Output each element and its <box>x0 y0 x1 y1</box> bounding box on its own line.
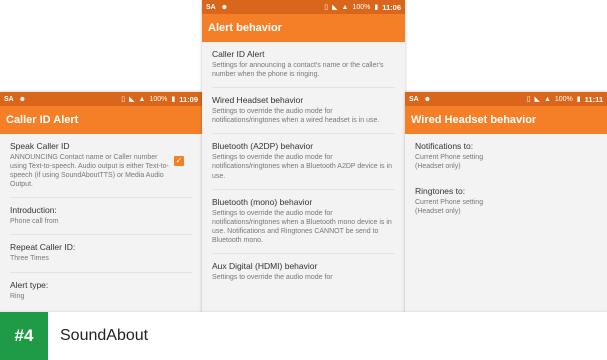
item-title: Ringtones to: <box>415 186 466 197</box>
item-title: Introduction: <box>10 205 57 216</box>
wifi-icon: ◣ <box>129 95 135 103</box>
checkbox[interactable]: ✓ <box>174 156 184 166</box>
item-title: Caller ID Alert <box>212 49 265 59</box>
page-title: Wired Headset behavior <box>411 114 537 126</box>
app-bar: Wired Headset behavior <box>405 106 607 134</box>
list-item[interactable]: Caller ID Alert Settings for announcing … <box>212 42 395 89</box>
person-icon: ☻ <box>423 95 432 103</box>
app-footer: #4 SoundAbout <box>0 312 607 360</box>
item-subtitle: Current Phone setting (Headset only) <box>415 199 484 216</box>
battery-icon: ▮ <box>576 95 581 103</box>
list-item[interactable]: Ringtones to: Current Phone setting (Hea… <box>415 179 597 224</box>
item-subtitle: Settings to override the audio mode for … <box>212 108 380 125</box>
settings-list: Speak Caller ID ANNOUNCING Contact name … <box>0 134 202 309</box>
settings-list: Notifications to: Current Phone setting … <box>405 134 607 224</box>
status-bar: SA ☻ ▯ ◣ ▲ 100% ▮ 11:11 <box>405 92 607 106</box>
screenshot-alert-behavior: SA ☻ ▯ ◣ ▲ 100% ▮ 11:06 Alert behavior Ca… <box>202 0 405 360</box>
wifi-icon: ◣ <box>332 3 338 11</box>
list-item[interactable]: Bluetooth (A2DP) behavior Settings to ov… <box>212 134 395 190</box>
carrier-label: SA <box>4 95 14 103</box>
settings-list: Caller ID Alert Settings for announcing … <box>202 42 405 290</box>
item-subtitle: Phone call from <box>10 218 59 226</box>
list-item[interactable]: Alert type: Ring <box>10 273 192 309</box>
item-subtitle: Three Times <box>10 255 49 263</box>
list-item[interactable]: Bluetooth (mono) behavior Settings to ov… <box>212 190 395 255</box>
item-subtitle: Settings to override the audio mode for … <box>212 154 393 180</box>
clock: 11:06 <box>382 2 401 12</box>
signal-icon: ▲ <box>138 95 146 103</box>
carrier-label: SA <box>409 95 419 103</box>
item-subtitle: ANNOUNCING Contact name or Caller number… <box>10 154 169 189</box>
item-title: Bluetooth (mono) behavior <box>212 196 313 207</box>
battery-label: 100% <box>149 95 168 103</box>
clock: 11:11 <box>584 94 603 104</box>
status-bar: SA ☻ ▯ ◣ ▲ 100% ▮ 11:09 <box>0 92 202 106</box>
list-item[interactable]: Notifications to: Current Phone setting … <box>415 134 597 179</box>
rank-badge: #4 <box>0 312 48 360</box>
signal-icon: ▲ <box>543 95 551 103</box>
item-title: Alert type: <box>10 279 49 290</box>
vibrate-icon: ▯ <box>121 95 126 103</box>
list-item[interactable]: Aux Digital (HDMI) behavior Settings to … <box>212 254 395 290</box>
page-title: Caller ID Alert <box>6 114 79 126</box>
vibrate-icon: ▯ <box>324 3 329 11</box>
item-title: Notifications to: <box>415 141 474 151</box>
battery-label: 100% <box>352 3 371 11</box>
item-subtitle: Settings for announcing a contact's name… <box>212 62 384 79</box>
wifi-icon: ◣ <box>534 95 540 103</box>
battery-icon: ▮ <box>171 95 176 103</box>
battery-label: 100% <box>554 95 573 103</box>
person-icon: ☻ <box>220 3 229 11</box>
item-title: Aux Digital (HDMI) behavior <box>212 261 318 272</box>
item-subtitle: Settings to override the audio mode for <box>212 274 333 282</box>
list-item[interactable]: Speak Caller ID ANNOUNCING Contact name … <box>10 134 192 199</box>
page-title: Alert behavior <box>208 22 282 34</box>
item-title: Bluetooth (A2DP) behavior <box>212 141 314 152</box>
list-item[interactable]: Repeat Caller ID: Three Times <box>10 235 192 273</box>
signal-icon: ▲ <box>341 3 349 11</box>
status-bar: SA ☻ ▯ ◣ ▲ 100% ▮ 11:06 <box>202 0 405 14</box>
item-title: Speak Caller ID <box>10 141 70 151</box>
item-subtitle: Ring <box>10 292 25 300</box>
vibrate-icon: ▯ <box>526 95 531 103</box>
carrier-label: SA <box>206 3 216 11</box>
item-subtitle: Settings to override the audio mode for … <box>212 209 392 244</box>
app-name[interactable]: SoundAbout <box>60 312 148 360</box>
clock: 11:09 <box>179 94 198 104</box>
check-icon: ✓ <box>175 156 183 165</box>
battery-icon: ▮ <box>374 3 379 11</box>
list-item[interactable]: Introduction: Phone call from <box>10 198 192 236</box>
item-title: Repeat Caller ID: <box>10 242 76 253</box>
app-bar: Alert behavior <box>202 14 405 42</box>
person-icon: ☻ <box>18 95 27 103</box>
item-subtitle: Current Phone setting (Headset only) <box>415 154 484 171</box>
list-item[interactable]: Wired Headset behavior Settings to overr… <box>212 88 395 135</box>
app-bar: Caller ID Alert <box>0 106 202 134</box>
item-title: Wired Headset behavior <box>212 95 304 106</box>
